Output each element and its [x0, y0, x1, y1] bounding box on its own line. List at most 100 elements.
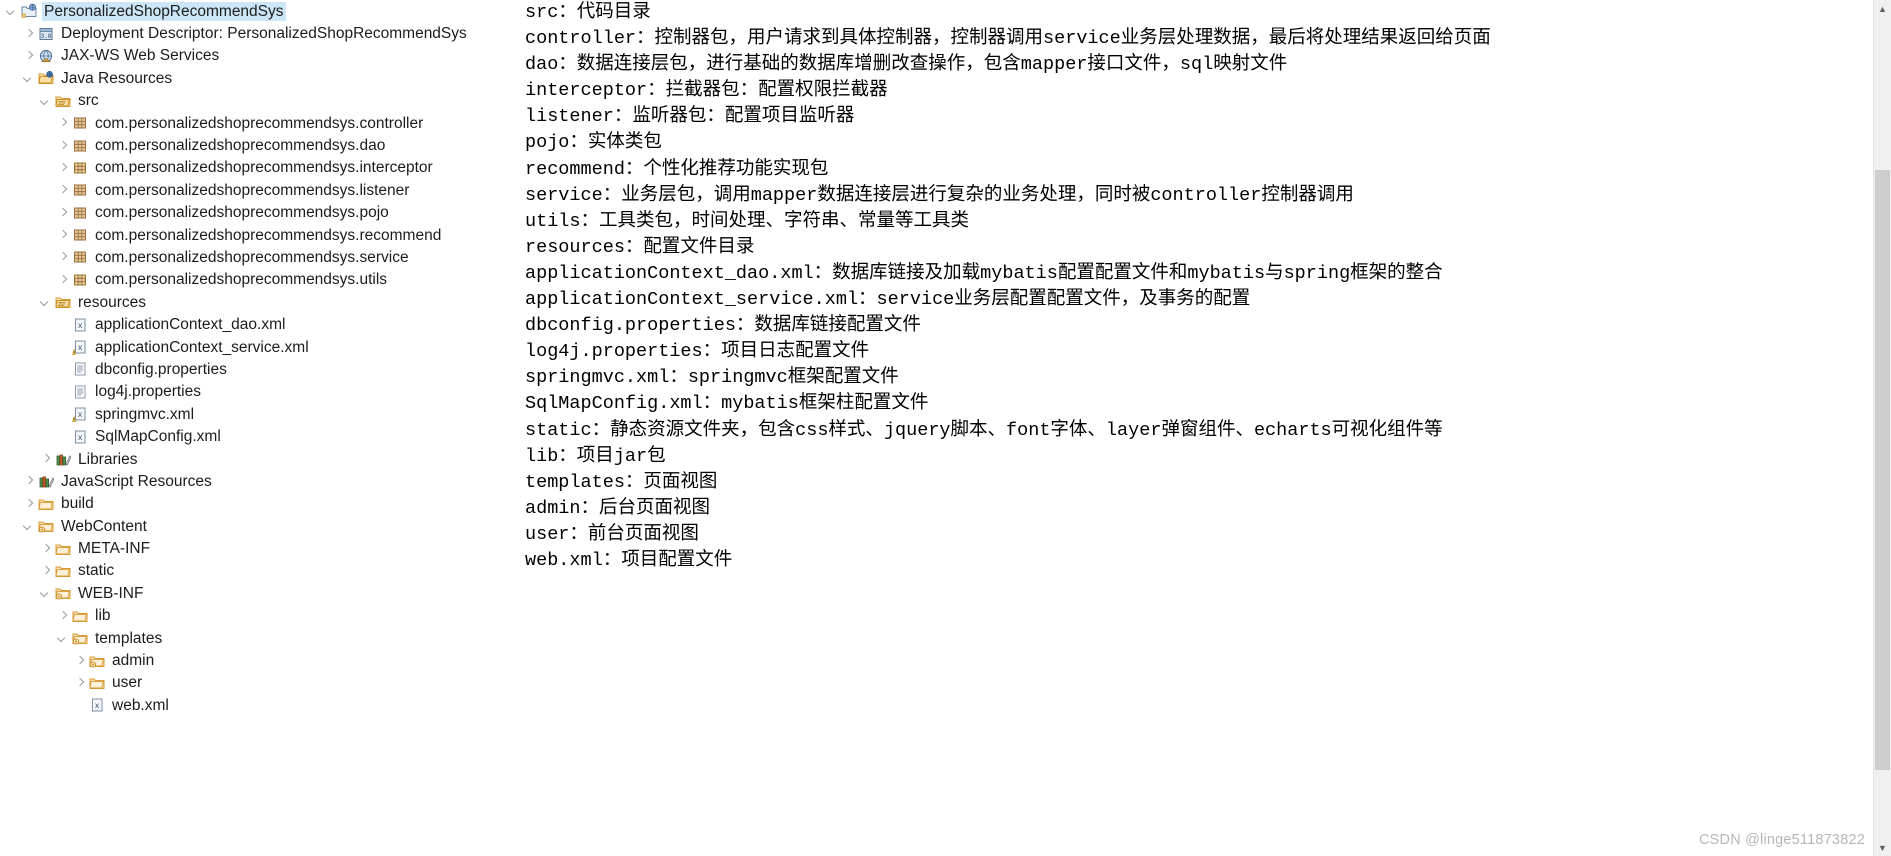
- description-line: dbconfig.properties：数据库链接配置文件: [525, 315, 921, 337]
- chevron-down-icon[interactable]: [38, 93, 54, 109]
- xml-file-icon: x: [71, 429, 89, 445]
- tree-item[interactable]: com.personalizedshoprecommendsys.utils: [0, 269, 510, 291]
- web-folder-icon: [54, 585, 72, 601]
- svg-text:x: x: [78, 322, 83, 331]
- tree-item[interactable]: com.personalizedshoprecommendsys.dao: [0, 134, 510, 156]
- tree-item[interactable]: admin: [0, 649, 510, 671]
- chevron-right-icon[interactable]: [55, 205, 71, 221]
- tree-item-label: com.personalizedshoprecommendsys.service: [95, 248, 409, 266]
- tree-item-label: com.personalizedshoprecommendsys.recomme…: [95, 226, 442, 244]
- tree-item[interactable]: com.personalizedshoprecommendsys.control…: [0, 112, 510, 134]
- tree-item[interactable]: user: [0, 672, 510, 694]
- tree-item[interactable]: com.personalizedshoprecommendsys.service: [0, 246, 510, 268]
- chevron-down-icon[interactable]: [38, 585, 54, 601]
- tree-item[interactable]: JavaScript Resources: [0, 470, 510, 492]
- tree-item[interactable]: dbconfig.properties: [0, 358, 510, 380]
- chevron-down-icon[interactable]: [21, 70, 37, 86]
- tree-item-label: com.personalizedshoprecommendsys.utils: [95, 271, 388, 289]
- chevron-down-icon[interactable]: [21, 518, 37, 534]
- chevron-right-icon[interactable]: [55, 115, 71, 131]
- tree-item-label: SqlMapConfig.xml: [95, 428, 221, 446]
- scrollbar-thumb[interactable]: [1875, 170, 1890, 770]
- chevron-right-icon[interactable]: [55, 272, 71, 288]
- tree-item[interactable]: x web.xml: [0, 694, 510, 716]
- folder-icon: [37, 496, 55, 512]
- tree-item[interactable]: resources: [0, 291, 510, 313]
- properties-file-icon: [71, 361, 89, 377]
- chevron-right-icon[interactable]: [55, 608, 71, 624]
- chevron-right-icon[interactable]: [55, 160, 71, 176]
- chevron-right-icon[interactable]: [38, 451, 54, 467]
- description-line: src：代码目录: [525, 2, 651, 23]
- scroll-down-arrow-icon[interactable]: ▼: [1874, 839, 1891, 856]
- tree-item-label: com.personalizedshoprecommendsys.control…: [95, 114, 424, 132]
- chevron-right-icon[interactable]: [21, 48, 37, 64]
- tree-item[interactable]: WebContent: [0, 515, 510, 537]
- tree-item-label: src: [78, 92, 99, 110]
- tree-item[interactable]: Libraries: [0, 448, 510, 470]
- project-explorer-panel[interactable]: PersonalizedShopRecommendSys 3.0 Deploymen…: [0, 0, 510, 856]
- tree-item[interactable]: com.personalizedshoprecommendsys.interce…: [0, 157, 510, 179]
- tree-item[interactable]: x springmvc.xml: [0, 403, 510, 425]
- tree-item-label: applicationContext_dao.xml: [95, 316, 286, 334]
- vertical-scrollbar[interactable]: ▲ ▼: [1873, 0, 1891, 856]
- chevron-right-icon[interactable]: [38, 541, 54, 557]
- tree-item[interactable]: com.personalizedshoprecommendsys.recomme…: [0, 224, 510, 246]
- description-line: resources：配置文件目录: [525, 236, 755, 258]
- libraries-icon: [54, 451, 72, 467]
- xml-file-icon: x: [88, 697, 106, 713]
- tree-item-label: web.xml: [112, 696, 169, 714]
- description-line: recommend：个性化推荐功能实现包: [525, 158, 829, 180]
- description-line: applicationContext_dao.xml：数据库链接及加载mybat…: [525, 262, 1443, 284]
- tree-item[interactable]: src: [0, 90, 510, 112]
- tree-item[interactable]: 3.0 Deployment Descriptor: PersonalizedSh…: [0, 22, 510, 44]
- tree-item[interactable]: templates: [0, 627, 510, 649]
- description-line: SqlMapConfig.xml：mybatis框架柱配置文件: [525, 393, 929, 415]
- tree-item-label: templates: [95, 629, 163, 647]
- chevron-right-icon[interactable]: [72, 653, 88, 669]
- tree-item[interactable]: x applicationContext_dao.xml: [0, 313, 510, 335]
- chevron-right-icon[interactable]: [21, 496, 37, 512]
- tree-item[interactable]: static: [0, 560, 510, 582]
- tree-item-label: com.personalizedshoprecommendsys.pojo: [95, 204, 389, 222]
- chevron-down-icon[interactable]: [55, 630, 71, 646]
- tree-item[interactable]: com.personalizedshoprecommendsys.pojo: [0, 202, 510, 224]
- chevron-right-icon[interactable]: [55, 249, 71, 265]
- tree-item[interactable]: build: [0, 493, 510, 515]
- chevron-right-icon[interactable]: [21, 26, 37, 42]
- chevron-right-icon[interactable]: [72, 675, 88, 691]
- package-icon: [71, 249, 89, 265]
- svg-text:x: x: [95, 702, 100, 711]
- tree-item[interactable]: WEB-INF: [0, 582, 510, 604]
- properties-file-icon: [71, 384, 89, 400]
- chevron-right-icon[interactable]: [55, 138, 71, 154]
- tree-item[interactable]: META-INF: [0, 537, 510, 559]
- description-line: utils：工具类包，时间处理、字符串、常量等工具类: [525, 210, 970, 232]
- description-line: web.xml：项目配置文件: [525, 549, 733, 571]
- tree-item[interactable]: x applicationContext_service.xml: [0, 336, 510, 358]
- tree-item[interactable]: JAX-WS Web Services: [0, 45, 510, 67]
- chevron-down-icon[interactable]: [4, 3, 20, 19]
- chevron-right-icon[interactable]: [21, 473, 37, 489]
- tree-item[interactable]: PersonalizedShopRecommendSys: [0, 0, 510, 22]
- description-line: pojo：实体类包: [525, 132, 662, 154]
- description-line: applicationContext_service.xml：service业务…: [525, 289, 1251, 311]
- chevron-right-icon[interactable]: [38, 563, 54, 579]
- tree-item[interactable]: log4j.properties: [0, 381, 510, 403]
- tree-item-label: static: [78, 562, 115, 580]
- chevron-down-icon[interactable]: [38, 294, 54, 310]
- web-folder-icon: [88, 653, 106, 669]
- chevron-right-icon[interactable]: [55, 227, 71, 243]
- tree-item[interactable]: lib: [0, 605, 510, 627]
- tree-item[interactable]: x SqlMapConfig.xml: [0, 425, 510, 447]
- tree-item[interactable]: com.personalizedshoprecommendsys.listene…: [0, 179, 510, 201]
- chevron-right-icon[interactable]: [55, 182, 71, 198]
- folder-icon: [71, 608, 89, 624]
- tree-item[interactable]: Java Resources: [0, 67, 510, 89]
- scroll-up-arrow-icon[interactable]: ▲: [1874, 0, 1891, 17]
- tree-item-label: com.personalizedshoprecommendsys.dao: [95, 137, 386, 155]
